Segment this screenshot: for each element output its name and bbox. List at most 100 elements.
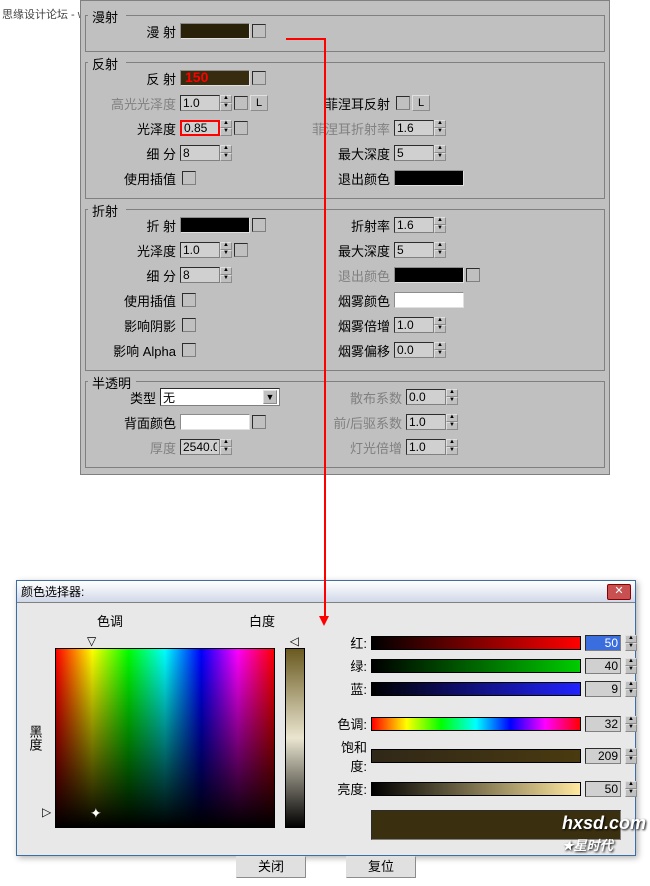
maxdepth-input[interactable] (394, 145, 434, 161)
gloss-input[interactable] (180, 120, 220, 136)
spin-up[interactable]: ▲ (220, 439, 232, 447)
fresnel-l[interactable]: L (412, 95, 430, 111)
blue-value[interactable] (585, 681, 621, 697)
sat-value[interactable] (585, 748, 621, 764)
refr-subdiv-input[interactable] (180, 267, 220, 283)
spin-down[interactable]: ▼ (625, 689, 637, 697)
refl-swatch[interactable]: 150 (180, 70, 250, 86)
spin-up[interactable]: ▲ (625, 748, 637, 756)
spin-down[interactable]: ▼ (220, 275, 232, 283)
spin-up[interactable]: ▲ (434, 317, 446, 325)
refr-interp-check[interactable] (182, 293, 196, 307)
spin-up[interactable]: ▲ (625, 781, 637, 789)
spin-up[interactable]: ▲ (625, 635, 637, 643)
spin-down[interactable]: ▼ (434, 225, 446, 233)
spin-up[interactable]: ▲ (625, 658, 637, 666)
spin-up[interactable]: ▲ (625, 716, 637, 724)
spin-down[interactable]: ▼ (625, 756, 637, 764)
spin-up[interactable]: ▲ (625, 681, 637, 689)
spin-down[interactable]: ▼ (446, 447, 458, 455)
bright-value[interactable] (585, 781, 621, 797)
spin-up[interactable]: ▲ (434, 342, 446, 350)
fog-bias-input[interactable] (394, 342, 434, 358)
diffuse-swatch[interactable] (180, 23, 250, 39)
refr-maxdepth-input[interactable] (394, 242, 434, 258)
backcolor-check[interactable] (252, 415, 266, 429)
spin-up[interactable]: ▲ (220, 145, 232, 153)
spin-down[interactable]: ▼ (625, 789, 637, 797)
triangle-right-icon: ▷ (42, 805, 51, 819)
fog-color-swatch[interactable] (394, 292, 464, 308)
spin-down[interactable]: ▼ (220, 128, 232, 136)
spin-down[interactable]: ▼ (434, 325, 446, 333)
refr-alpha-check[interactable] (182, 343, 196, 357)
whiteness-bar[interactable] (285, 648, 305, 828)
refr-ior-label: 折射率 (308, 216, 394, 235)
hilight-gloss-input[interactable] (180, 95, 220, 111)
refr-gloss-check[interactable] (234, 243, 248, 257)
color-gradient[interactable]: ✦ ▷ (55, 648, 275, 828)
red-slider[interactable] (371, 636, 581, 650)
fwdback-input[interactable] (406, 414, 446, 430)
exitcolor-swatch[interactable] (394, 170, 464, 186)
spin-down[interactable]: ▼ (625, 666, 637, 674)
spin-down[interactable]: ▼ (434, 128, 446, 136)
spin-down[interactable]: ▼ (446, 422, 458, 430)
thickness-input[interactable] (180, 439, 220, 455)
l-button[interactable]: L (250, 95, 268, 111)
spin-up[interactable]: ▲ (434, 145, 446, 153)
refr-ior-input[interactable] (394, 217, 434, 233)
spin-up[interactable]: ▲ (446, 389, 458, 397)
blue-slider[interactable] (371, 682, 581, 696)
spin-up[interactable]: ▲ (220, 95, 232, 103)
spin-down[interactable]: ▼ (625, 724, 637, 732)
spin-down[interactable]: ▼ (220, 103, 232, 111)
red-value[interactable] (585, 635, 621, 651)
refr-exit-check[interactable] (466, 268, 480, 282)
spin-down[interactable]: ▼ (625, 643, 637, 651)
refl-check[interactable] (252, 71, 266, 85)
green-value[interactable] (585, 658, 621, 674)
close-btn[interactable]: 关闭 (236, 856, 306, 878)
spin-down[interactable]: ▼ (220, 250, 232, 258)
hue-slider[interactable] (371, 717, 581, 731)
spin-down[interactable]: ▼ (446, 397, 458, 405)
green-slider[interactable] (371, 659, 581, 673)
spin-up[interactable]: ▲ (220, 120, 232, 128)
gloss-check[interactable] (234, 121, 248, 135)
fresnel-check[interactable] (396, 96, 410, 110)
lightmult-input[interactable] (406, 439, 446, 455)
hue-value[interactable] (585, 716, 621, 732)
spin-up[interactable]: ▲ (434, 217, 446, 225)
hg-check[interactable] (234, 96, 248, 110)
spin-down[interactable]: ▼ (434, 250, 446, 258)
spin-up[interactable]: ▲ (434, 120, 446, 128)
spin-up[interactable]: ▲ (220, 242, 232, 250)
type-dropdown[interactable]: 无▼ (160, 388, 280, 406)
spin-down[interactable]: ▼ (220, 153, 232, 161)
spin-up[interactable]: ▲ (446, 414, 458, 422)
spin-up[interactable]: ▲ (434, 242, 446, 250)
refr-swatch[interactable] (180, 217, 250, 233)
scatter-input[interactable] (406, 389, 446, 405)
refr-exit-swatch[interactable] (394, 267, 464, 283)
spin-up[interactable]: ▲ (446, 439, 458, 447)
spin-down[interactable]: ▼ (220, 447, 232, 455)
close-button[interactable]: ✕ (607, 584, 631, 600)
refr-check[interactable] (252, 218, 266, 232)
spin-down[interactable]: ▼ (434, 153, 446, 161)
spin-up[interactable]: ▲ (220, 267, 232, 275)
bright-slider[interactable] (371, 782, 581, 796)
diffuse-checkbox[interactable] (252, 24, 266, 38)
sat-slider[interactable] (371, 749, 581, 763)
refr-gloss-input[interactable] (180, 242, 220, 258)
fresnel-ior-input[interactable] (394, 120, 434, 136)
interp-check[interactable] (182, 171, 196, 185)
fog-mult-input[interactable] (394, 317, 434, 333)
refr-shadow-check[interactable] (182, 318, 196, 332)
titlebar[interactable]: 颜色选择器: ✕ (17, 581, 635, 603)
spin-down[interactable]: ▼ (434, 350, 446, 358)
subdiv-input[interactable] (180, 145, 220, 161)
backcolor-swatch[interactable] (180, 414, 250, 430)
reset-btn[interactable]: 复位 (346, 856, 416, 878)
